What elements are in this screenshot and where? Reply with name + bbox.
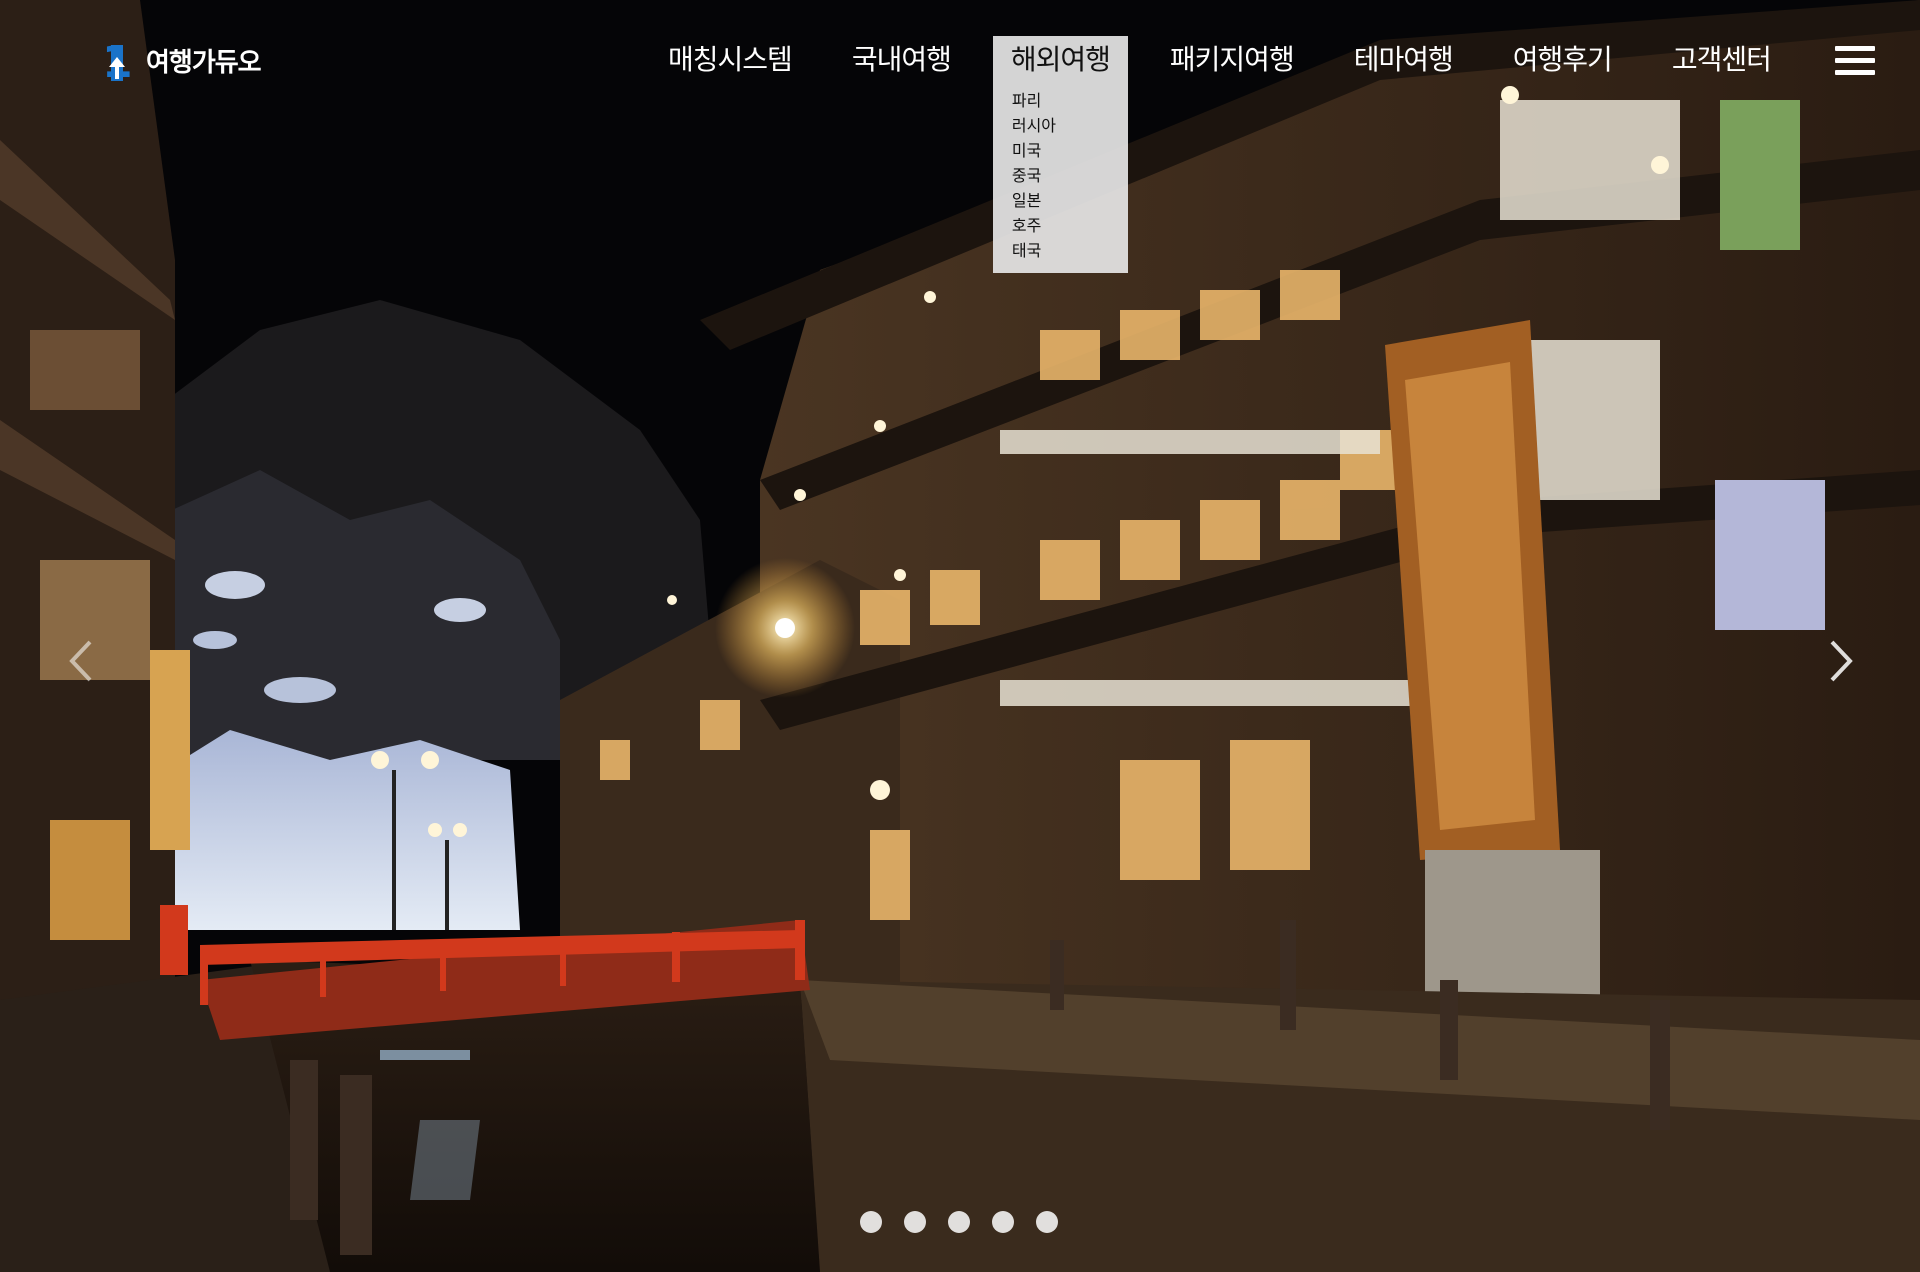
nav-item-label: 여행후기 xyxy=(1512,43,1613,76)
nav-item-overseas-travel[interactable]: 해외여행 파리 러시아 미국 중국 일본 호주 태국 xyxy=(992,36,1128,273)
nav-item-customer-center[interactable]: 고객센터 xyxy=(1654,36,1789,84)
dropdown-item-japan[interactable]: 일본 xyxy=(993,188,1128,213)
hamburger-menu-icon[interactable] xyxy=(1835,46,1875,76)
nav-item-label: 국내여행 xyxy=(851,43,952,76)
nav-item-package-travel[interactable]: 패키지여행 xyxy=(1152,36,1312,84)
dropdown-item-paris[interactable]: 파리 xyxy=(993,88,1128,113)
logo[interactable]: 1 여행가듀오 xyxy=(100,36,262,88)
dropdown-item-thailand[interactable]: 태국 xyxy=(993,238,1128,263)
dropdown-item-russia[interactable]: 러시아 xyxy=(993,113,1128,138)
nav-item-label: 해외여행 xyxy=(1010,43,1111,76)
nav-item-theme-travel[interactable]: 테마여행 xyxy=(1336,36,1471,84)
dropdown-item-usa[interactable]: 미국 xyxy=(993,138,1128,163)
logo-mark-icon: 1 xyxy=(100,37,134,87)
nav-item-domestic-travel[interactable]: 국내여행 xyxy=(834,36,969,84)
dropdown-item-china[interactable]: 중국 xyxy=(993,163,1128,188)
nav-item-travel-reviews[interactable]: 여행후기 xyxy=(1495,36,1630,84)
slider-pagination xyxy=(860,1211,1058,1233)
nav-item-label: 고객센터 xyxy=(1671,43,1772,76)
chevron-right-icon[interactable] xyxy=(1822,636,1858,686)
nav-item-label: 패키지여행 xyxy=(1169,43,1295,76)
nav-item-label: 매칭시스템 xyxy=(668,43,793,76)
top-navigation-bar: 1 여행가듀오 매칭시스템 국내여행 해외여행 파리 러시아 미국 xyxy=(0,0,1920,273)
slider-dot-1[interactable] xyxy=(860,1211,882,1233)
logo-text: 여행가듀오 xyxy=(146,47,262,78)
overseas-dropdown-menu: 파리 러시아 미국 중국 일본 호주 태국 xyxy=(992,84,1128,273)
hero-background-image xyxy=(0,0,1920,1272)
main-nav: 매칭시스템 국내여행 해외여행 파리 러시아 미국 중국 일본 호주 태국 패키… xyxy=(650,36,1789,273)
slider-dot-5[interactable] xyxy=(1036,1211,1058,1233)
hero-slider: 1 여행가듀오 매칭시스템 국내여행 해외여행 파리 러시아 미국 xyxy=(0,0,1920,1272)
nav-item-matching-system[interactable]: 매칭시스템 xyxy=(650,36,810,84)
chevron-left-icon[interactable] xyxy=(64,636,100,686)
nav-item-label: 테마여행 xyxy=(1353,43,1454,76)
slider-dot-4[interactable] xyxy=(992,1211,1014,1233)
slider-dot-3[interactable] xyxy=(948,1211,970,1233)
dropdown-item-australia[interactable]: 호주 xyxy=(993,213,1128,238)
slider-dot-2[interactable] xyxy=(904,1211,926,1233)
